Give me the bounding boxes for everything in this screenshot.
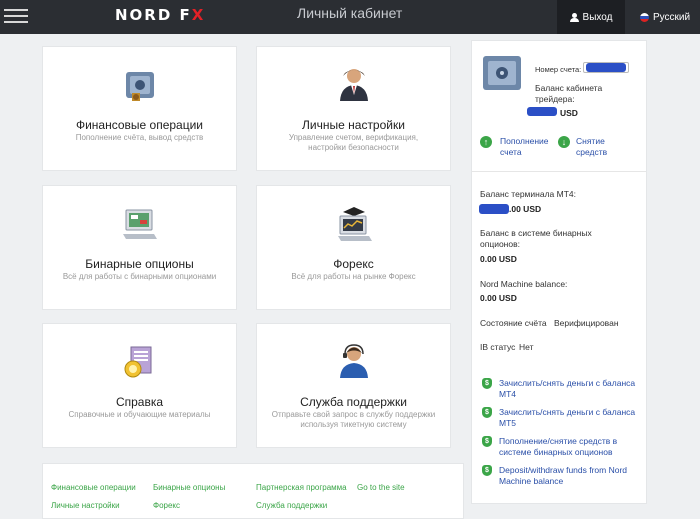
card-forex[interactable]: Форекс Всё для работы на рынке Форекс: [256, 185, 451, 310]
cabinet-balance-currency: USD: [560, 108, 578, 118]
divider: [472, 171, 646, 172]
arrow-up-icon[interactable]: ↑: [480, 136, 492, 148]
logo[interactable]: NORD FX: [115, 6, 205, 24]
footer-link-binary[interactable]: Бинарные опционы: [153, 483, 225, 492]
ib-status-value: Нет: [519, 342, 534, 352]
russian-flag-icon: [640, 12, 649, 22]
card-binary-options[interactable]: Бинарные опционы Всё для работы с бинарн…: [42, 185, 237, 310]
language-label: Русский: [653, 11, 691, 23]
footer-link-forex[interactable]: Форекс: [153, 501, 180, 510]
redacted-cabinet-balance: [527, 107, 557, 116]
binary-options-icon: [122, 209, 157, 239]
transfer-mt5-link[interactable]: Зачислить/снять деньги с баланса MT5: [499, 407, 639, 429]
footer-link-settings[interactable]: Личные настройки: [51, 501, 120, 510]
card-title: Финансовые операции: [75, 118, 204, 132]
card-subtitle: Всё для работы на рынке Форекс: [291, 272, 416, 281]
card-title: Бинарные опционы: [85, 257, 194, 271]
top-header: NORD FX Личный кабинет Выход Русский: [0, 0, 700, 34]
transfer-nord-machine-link[interactable]: Deposit/withdraw funds from Nord Machine…: [499, 465, 639, 487]
transfer-mt4-link[interactable]: Зачислить/снять деньги с баланса MT4: [499, 378, 639, 400]
account-sidebar: Номер счета: Баланс кабинета трейдера: U…: [471, 40, 647, 504]
safe-icon: [125, 72, 154, 101]
card-title: Форекс: [333, 257, 374, 271]
user-icon: [569, 12, 579, 22]
account-number-label: Номер счета:: [535, 65, 582, 74]
card-subtitle: Пополнение счёта, вывод средств: [75, 133, 204, 142]
card-help[interactable]: Справка Справочные и обучающие материалы: [42, 323, 237, 448]
card-title: Личные настройки: [302, 118, 405, 132]
footer-link-partner[interactable]: Партнерская программа: [256, 483, 347, 492]
card-subtitle: Отправьте свой запрос в службу поддержки…: [271, 410, 436, 429]
support-icon: [339, 344, 368, 378]
footer-link-financial[interactable]: Финансовые операции: [51, 483, 136, 492]
card-title: Служба поддержки: [300, 395, 407, 409]
footer-link-support[interactable]: Служба поддержки: [256, 501, 327, 510]
page-title: Личный кабинет: [297, 5, 403, 21]
footer-link-site[interactable]: Go to the site: [357, 483, 405, 492]
cabinet-balance-label: Баланс кабинета трейдера:: [535, 83, 603, 104]
safe-icon: [483, 56, 521, 90]
money-bag-icon: $: [482, 436, 492, 447]
account-status-label: Состояние счёта: [480, 318, 547, 328]
card-financial-operations[interactable]: Финансовые операции Пополнение счёта, вы…: [42, 46, 237, 171]
user-settings-icon: [339, 69, 368, 101]
help-icon: [124, 346, 151, 378]
binary-balance-label: Баланс в системе бинарных опционов:: [480, 228, 592, 249]
money-bag-icon: $: [482, 465, 492, 476]
card-title: Справка: [115, 395, 164, 409]
footer-links: Финансовые операции Бинарные опционы Пар…: [42, 463, 464, 519]
arrow-down-icon[interactable]: ↓: [558, 136, 570, 148]
account-status-value: Верифицирован: [554, 318, 619, 328]
language-selector[interactable]: Русский: [640, 0, 690, 34]
deposit-link[interactable]: Пополнение счета: [500, 136, 552, 158]
money-bag-icon: $: [482, 407, 492, 418]
card-support[interactable]: Служба поддержки Отправьте свой запрос в…: [256, 323, 451, 448]
card-subtitle: Всё для работы с бинарными опционами: [62, 272, 217, 281]
logout-button[interactable]: Выход: [557, 0, 625, 34]
ib-status-label: IB статус: [480, 342, 516, 352]
transfer-binary-link[interactable]: Пополнение/снятие средств в системе бина…: [499, 436, 644, 458]
money-bag-icon: $: [482, 378, 492, 389]
redacted-mt4-balance: [479, 204, 509, 214]
binary-balance-value: 0.00 USD: [480, 254, 517, 264]
mt4-balance-label: Баланс терминала MT4:: [480, 189, 576, 199]
redacted-account-number: [586, 63, 626, 72]
card-subtitle: Управление счетом, верификация, настройк…: [288, 133, 419, 152]
menu-icon[interactable]: [4, 5, 28, 27]
card-personal-settings[interactable]: Личные настройки Управление счетом, вери…: [256, 46, 451, 171]
nord-machine-label: Nord Machine balance:: [480, 279, 568, 289]
nord-machine-value: 0.00 USD: [480, 293, 517, 303]
mt4-balance-value: .00 USD: [509, 204, 542, 214]
card-subtitle: Справочные и обучающие материалы: [68, 410, 211, 419]
withdraw-link[interactable]: Снятие средств: [576, 136, 620, 158]
logout-label: Выход: [582, 11, 613, 23]
forex-icon: [337, 207, 372, 241]
